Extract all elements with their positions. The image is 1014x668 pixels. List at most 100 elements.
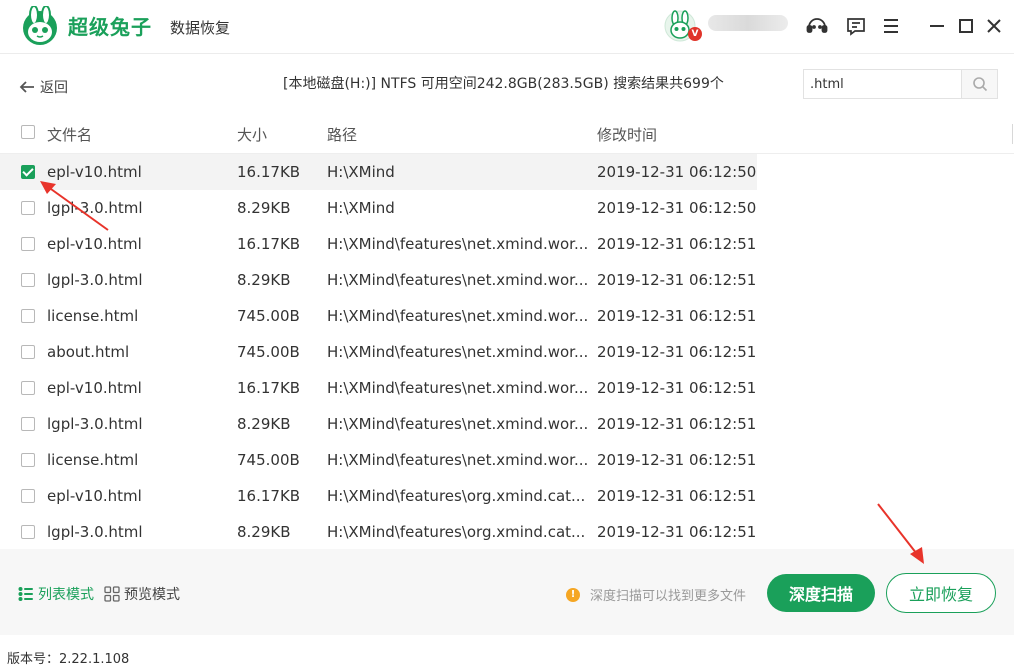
file-path-cell: H:\XMind bbox=[327, 163, 395, 181]
deep-scan-hint: ! 深度扫描可以找到更多文件 bbox=[566, 585, 746, 604]
file-path-cell: H:\XMind\features\net.xmind.wor... bbox=[327, 379, 589, 397]
maximize-icon[interactable] bbox=[953, 13, 979, 39]
recover-now-button[interactable]: 立即恢复 bbox=[886, 573, 996, 613]
table-row[interactable]: epl-v10.html 16.17KB H:\XMind\features\net… bbox=[0, 226, 757, 262]
file-name-cell: license.html bbox=[47, 451, 139, 469]
row-checkbox[interactable] bbox=[21, 453, 35, 467]
customer-service-icon[interactable] bbox=[804, 13, 830, 39]
row-checkbox[interactable] bbox=[21, 417, 35, 431]
username-blurred bbox=[708, 15, 788, 31]
grid-view-icon bbox=[104, 586, 120, 602]
file-size-cell: 16.17KB bbox=[237, 163, 301, 181]
file-size-cell: 8.29KB bbox=[237, 415, 291, 433]
row-checkbox[interactable] bbox=[21, 525, 35, 539]
modified-time-cell: 2019-12-31 06:12:51 bbox=[597, 415, 757, 433]
minimize-icon[interactable] bbox=[924, 13, 950, 39]
file-path-cell: H:\XMind\features\org.xmind.cat... bbox=[327, 523, 586, 541]
menu-icon[interactable] bbox=[878, 13, 904, 39]
file-name-cell: lgpl-3.0.html bbox=[47, 415, 143, 433]
table-row[interactable]: lgpl-3.0.html 8.29KB H:\XMind 2019-12-31 06… bbox=[0, 190, 757, 226]
file-size-cell: 16.17KB bbox=[237, 487, 301, 505]
file-size-cell: 745.00B bbox=[237, 343, 300, 361]
file-name-cell: lgpl-3.0.html bbox=[47, 199, 143, 217]
file-path-cell: H:\XMind\features\net.xmind.wor... bbox=[327, 451, 589, 469]
version-label: 版本号：2.22.1.108 bbox=[7, 652, 130, 667]
modified-time-cell: 2019-12-31 06:12:51 bbox=[597, 487, 757, 505]
table-row[interactable]: epl-v10.html 16.17KB H:\XMind\features\net… bbox=[0, 370, 757, 406]
table-row[interactable]: license.html 745.00B H:\XMind\features\net… bbox=[0, 442, 757, 478]
modified-time-cell: 2019-12-31 06:12:51 bbox=[597, 379, 757, 397]
modified-time-cell: 2019-12-31 06:12:51 bbox=[597, 307, 757, 325]
file-size-cell: 8.29KB bbox=[237, 199, 291, 217]
search-icon bbox=[972, 77, 987, 92]
modified-time-cell: 2019-12-31 06:12:51 bbox=[597, 235, 757, 253]
file-path-cell: H:\XMind\features\net.xmind.wor... bbox=[327, 235, 589, 253]
preview-mode-button[interactable]: 预览模式 bbox=[104, 584, 180, 604]
search-box bbox=[803, 69, 998, 99]
file-name-cell: epl-v10.html bbox=[47, 487, 142, 505]
column-header-size[interactable]: 大小 bbox=[237, 124, 267, 145]
list-mode-button[interactable]: 列表模式 bbox=[18, 584, 94, 604]
table-row[interactable]: lgpl-3.0.html 8.29KB H:\XMind\features\org… bbox=[0, 514, 757, 550]
select-all-checkbox[interactable] bbox=[21, 125, 35, 139]
file-name-cell: license.html bbox=[47, 307, 139, 325]
row-checkbox[interactable] bbox=[21, 489, 35, 503]
file-size-cell: 8.29KB bbox=[237, 271, 291, 289]
column-header-path[interactable]: 路径 bbox=[327, 124, 357, 145]
close-icon[interactable] bbox=[981, 13, 1007, 39]
info-icon: ! bbox=[566, 587, 580, 602]
row-checkbox[interactable] bbox=[21, 201, 35, 215]
file-path-cell: H:\XMind\features\net.xmind.wor... bbox=[327, 343, 589, 361]
table-header: 文件名 大小 路径 修改时间 bbox=[0, 114, 1014, 154]
arrow-left-icon bbox=[19, 81, 34, 93]
back-label: 返回 bbox=[40, 80, 68, 96]
row-checkbox[interactable] bbox=[21, 309, 35, 323]
scan-summary: [本地磁盘(H:)] NTFS 可用空间242.8GB(283.5GB) 搜索结… bbox=[283, 76, 724, 92]
file-path-cell: H:\XMind\features\net.xmind.wor... bbox=[327, 307, 589, 325]
row-checkbox[interactable] bbox=[21, 381, 35, 395]
search-button[interactable] bbox=[961, 70, 997, 98]
file-name-cell: epl-v10.html bbox=[47, 379, 142, 397]
table-row[interactable]: epl-v10.html 16.17KB H:\XMind\features\org… bbox=[0, 478, 757, 514]
table-row[interactable]: epl-v10.html 16.17KB H:\XMind 2019-12-31 06… bbox=[0, 154, 757, 190]
column-header-name[interactable]: 文件名 bbox=[47, 124, 92, 145]
table-row[interactable]: about.html 745.00B H:\XMind\features\net.x… bbox=[0, 334, 757, 370]
row-checkbox[interactable] bbox=[21, 237, 35, 251]
file-size-cell: 745.00B bbox=[237, 451, 300, 469]
list-view-icon bbox=[18, 587, 33, 601]
brand-name: 超级兔子 bbox=[68, 15, 152, 39]
vip-badge: V bbox=[688, 27, 702, 41]
row-checkbox[interactable] bbox=[21, 345, 35, 359]
footer-bar: 列表模式 预览模式 ! 深度扫描可以找到更多文件 深度扫描 立即恢复 bbox=[0, 549, 1014, 635]
rabbit-logo-icon bbox=[23, 6, 57, 45]
search-input[interactable] bbox=[804, 70, 961, 98]
app-subtitle: 数据恢复 bbox=[170, 19, 231, 37]
file-name-cell: lgpl-3.0.html bbox=[47, 271, 143, 289]
file-path-cell: H:\XMind\features\net.xmind.wor... bbox=[327, 271, 589, 289]
list-mode-label: 列表模式 bbox=[38, 587, 94, 603]
column-header-modified[interactable]: 修改时间 bbox=[597, 124, 657, 145]
modified-time-cell: 2019-12-31 06:12:50 bbox=[597, 199, 757, 217]
file-size-cell: 16.17KB bbox=[237, 235, 301, 253]
back-button[interactable]: 返回 bbox=[18, 77, 68, 97]
column-resize-handle[interactable] bbox=[1012, 124, 1013, 144]
modified-time-cell: 2019-12-31 06:12:51 bbox=[597, 271, 757, 289]
file-size-cell: 8.29KB bbox=[237, 523, 291, 541]
file-name-cell: about.html bbox=[47, 343, 130, 361]
modified-time-cell: 2019-12-31 06:12:50 bbox=[597, 163, 757, 181]
deep-scan-button[interactable]: 深度扫描 bbox=[767, 574, 875, 612]
row-checkbox[interactable] bbox=[21, 165, 35, 179]
table-row[interactable]: lgpl-3.0.html 8.29KB H:\XMind\features\net… bbox=[0, 406, 757, 442]
table-row[interactable]: license.html 745.00B H:\XMind\features\net… bbox=[0, 298, 757, 334]
feedback-icon[interactable] bbox=[843, 13, 869, 39]
modified-time-cell: 2019-12-31 06:12:51 bbox=[597, 523, 757, 541]
file-size-cell: 745.00B bbox=[237, 307, 300, 325]
table-row[interactable]: lgpl-3.0.html 8.29KB H:\XMind\features\net… bbox=[0, 262, 757, 298]
file-path-cell: H:\XMind bbox=[327, 199, 395, 217]
file-path-cell: H:\XMind\features\net.xmind.wor... bbox=[327, 415, 589, 433]
deep-scan-hint-text: 深度扫描可以找到更多文件 bbox=[590, 589, 747, 604]
file-name-cell: lgpl-3.0.html bbox=[47, 523, 143, 541]
modified-time-cell: 2019-12-31 06:12:51 bbox=[597, 451, 757, 469]
row-checkbox[interactable] bbox=[21, 273, 35, 287]
title-bar: 超级兔子 数据恢复 V bbox=[0, 0, 1014, 54]
